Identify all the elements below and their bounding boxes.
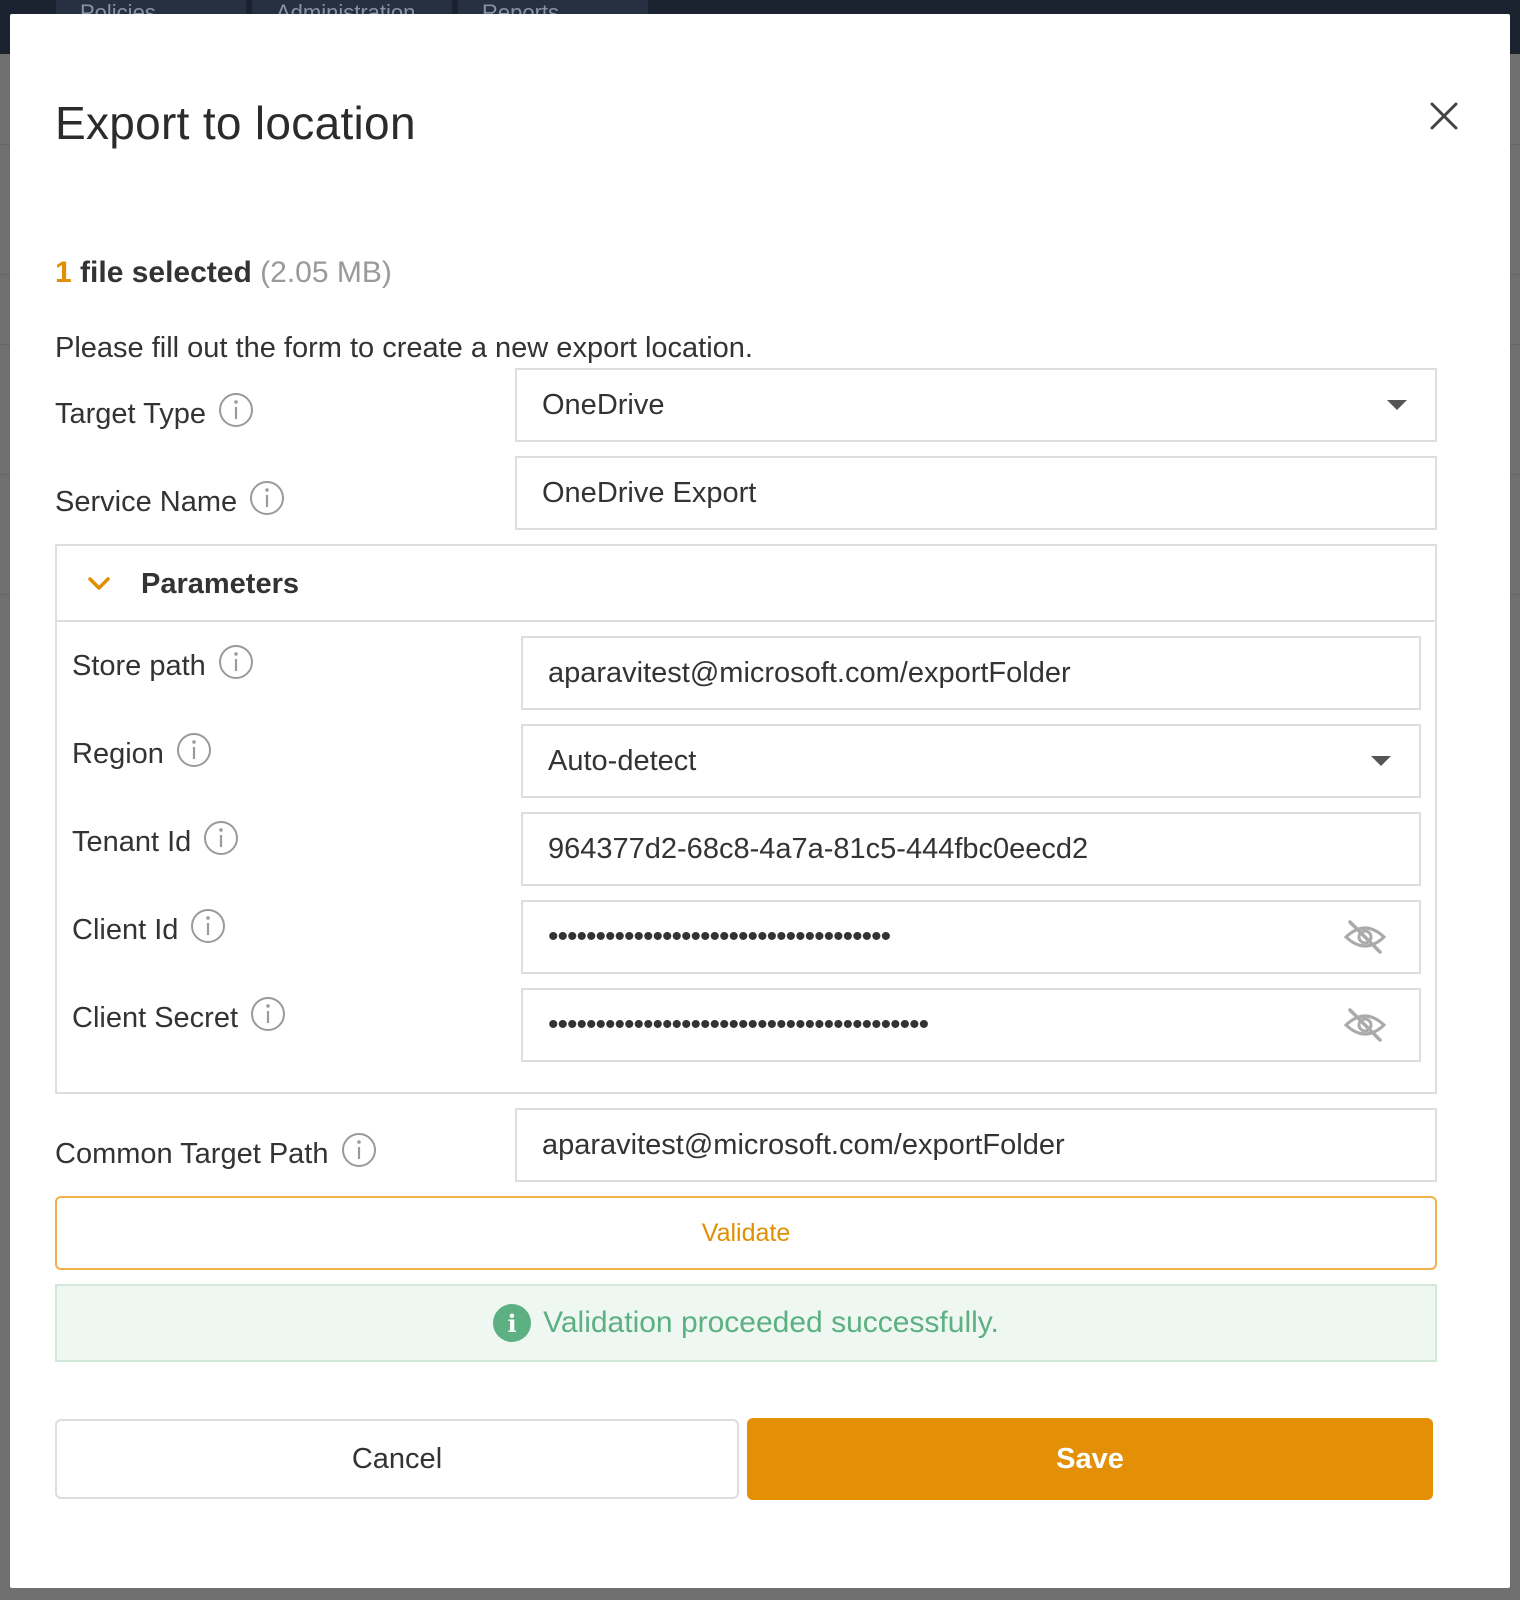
client-secret-input[interactable]: •••••••••••••••••••••••••••••••••••••••• <box>521 988 1421 1062</box>
close-button[interactable] <box>1422 94 1466 138</box>
chevron-down-icon <box>1371 756 1391 766</box>
form-instruction: Please fill out the form to create a new… <box>55 332 753 364</box>
info-icon[interactable] <box>203 820 239 856</box>
chevron-down-icon <box>88 577 110 590</box>
eye-off-icon[interactable] <box>1343 1005 1387 1045</box>
file-label: file selected <box>80 256 252 289</box>
validate-button[interactable]: Validate <box>55 1196 1437 1270</box>
service-name-label: Service Name <box>55 481 285 520</box>
store-path-label: Store path <box>72 645 254 684</box>
validation-success-banner: i Validation proceeded successfully. <box>55 1284 1437 1362</box>
store-path-input[interactable]: aparavitest@microsoft.com/exportFolder <box>521 636 1421 710</box>
info-icon[interactable] <box>218 392 254 428</box>
eye-off-icon[interactable] <box>1343 917 1387 957</box>
save-button[interactable]: Save <box>747 1418 1433 1500</box>
info-icon[interactable] <box>249 480 285 516</box>
dialog-title: Export to location <box>55 97 416 149</box>
chevron-down-icon <box>1387 400 1407 410</box>
info-icon[interactable] <box>250 996 286 1032</box>
parameters-header[interactable]: Parameters <box>57 546 1435 622</box>
region-label: Region <box>72 733 212 772</box>
info-icon[interactable] <box>190 908 226 944</box>
parameters-panel: Parameters Store path aparavitest@micros… <box>55 544 1437 1094</box>
region-select[interactable]: Auto-detect <box>521 724 1421 798</box>
info-icon[interactable] <box>341 1132 377 1168</box>
target-type-label: Target Type <box>55 393 254 432</box>
close-icon <box>1430 102 1458 130</box>
tenant-id-label: Tenant Id <box>72 821 239 860</box>
info-icon[interactable] <box>176 732 212 768</box>
service-name-input[interactable]: OneDrive Export <box>515 456 1437 530</box>
info-filled-icon: i <box>493 1304 532 1342</box>
parameters-title: Parameters <box>141 568 299 600</box>
validation-message: Validation proceeded successfully. <box>543 1306 999 1339</box>
cancel-button[interactable]: Cancel <box>55 1419 739 1499</box>
export-dialog: Export to location 1 file selected (2.05… <box>10 14 1510 1588</box>
common-target-path-label: Common Target Path <box>55 1133 377 1172</box>
target-type-select[interactable]: OneDrive <box>515 368 1437 442</box>
file-summary: 1 file selected (2.05 MB) <box>55 256 392 290</box>
file-size: (2.05 MB) <box>260 256 392 289</box>
client-id-input[interactable]: •••••••••••••••••••••••••••••••••••• <box>521 900 1421 974</box>
client-secret-label: Client Secret <box>72 997 286 1036</box>
client-id-label: Client Id <box>72 909 226 948</box>
info-icon[interactable] <box>218 644 254 680</box>
file-count: 1 <box>55 256 72 289</box>
common-target-path-input[interactable]: aparavitest@microsoft.com/exportFolder <box>515 1108 1437 1182</box>
tenant-id-input[interactable]: 964377d2-68c8-4a7a-81c5-444fbc0eecd2 <box>521 812 1421 886</box>
